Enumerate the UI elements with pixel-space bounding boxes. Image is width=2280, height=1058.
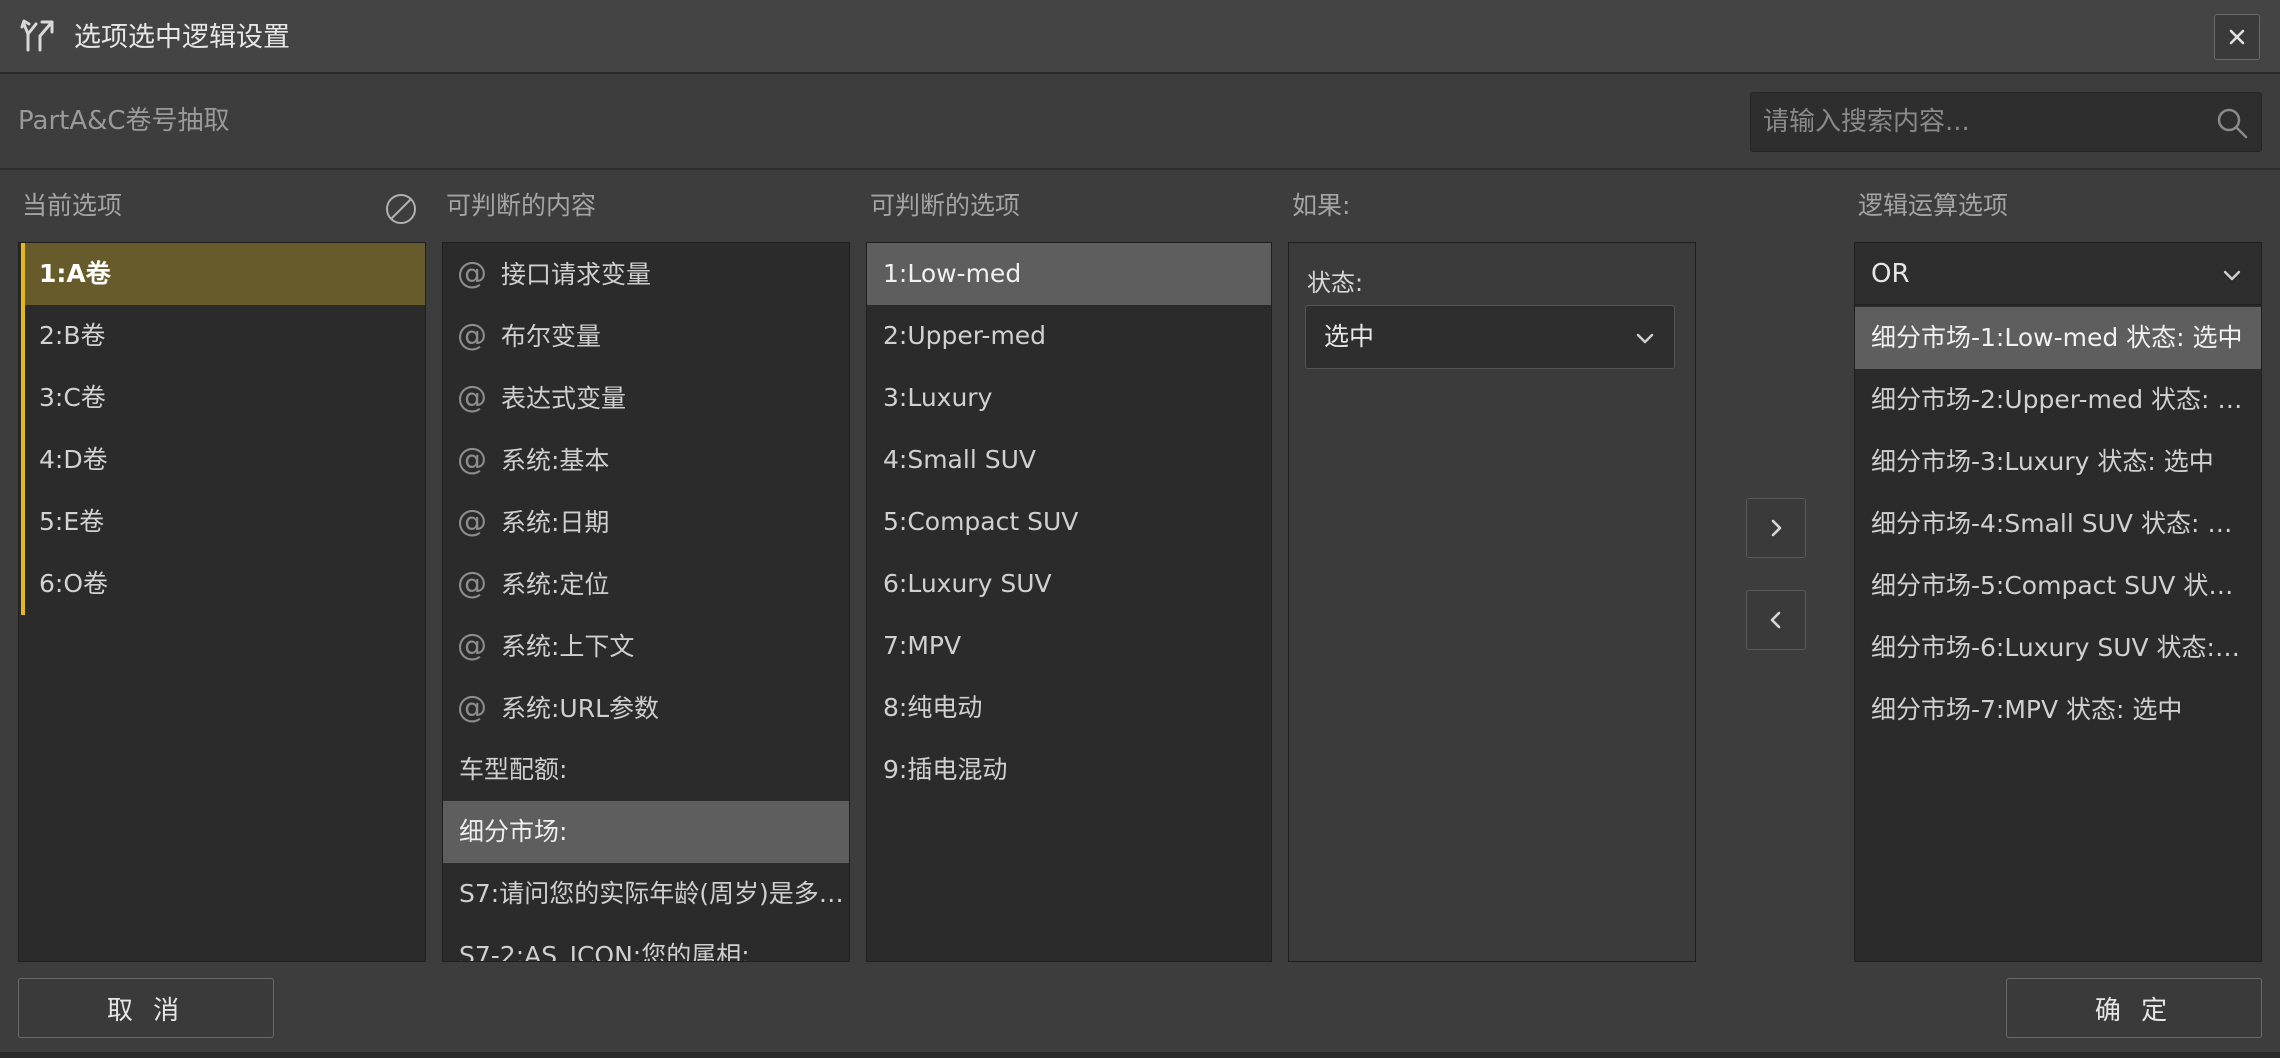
at-icon: @ xyxy=(457,380,487,415)
current-options-label: 当前选项 xyxy=(22,191,123,220)
list-item[interactable]: 8:纯电动 xyxy=(867,677,1271,739)
list-item-label: S7:请问您的实际年龄(周岁)是多少？ xyxy=(459,879,849,908)
list-item[interactable]: @ 布尔变量 xyxy=(443,305,849,367)
remove-condition-button[interactable] xyxy=(1746,590,1806,650)
question-title: PartA&C卷号抽取 xyxy=(18,106,230,136)
list-item-label: 细分市场: xyxy=(459,817,568,846)
list-item[interactable]: @ 表达式变量 xyxy=(443,367,849,429)
title-bar: 选项选中逻辑设置 xyxy=(0,0,2280,74)
if-label: 如果: xyxy=(1292,191,1351,220)
branch-logic-icon xyxy=(20,19,54,52)
list-item-label: 系统:定位 xyxy=(501,570,610,599)
list-item[interactable]: 4:Small SUV xyxy=(867,429,1271,491)
sub-header: PartA&C卷号抽取 xyxy=(0,74,2280,170)
search-icon[interactable] xyxy=(2215,106,2249,140)
bottom-edge xyxy=(0,1052,2280,1058)
list-item[interactable]: 3:C卷 xyxy=(21,367,425,429)
list-item[interactable]: 车型配额: xyxy=(443,739,849,801)
if-condition-panel: 状态: 选中 xyxy=(1288,242,1696,962)
list-item-label: 系统:上下文 xyxy=(501,632,635,661)
confirm-button[interactable]: 确 定 xyxy=(2006,978,2262,1038)
list-item[interactable]: @ 系统:URL参数 xyxy=(443,677,849,739)
cancel-button[interactable]: 取 消 xyxy=(18,978,274,1038)
list-item[interactable]: 1:A卷 xyxy=(21,243,425,305)
logic-conditions-list: 细分市场-1:Low-med 状态: 选中 细分市场-2:Upper-med 状… xyxy=(1855,307,2261,741)
list-item[interactable]: 细分市场-2:Upper-med 状态: 选中 xyxy=(1855,369,2261,431)
list-item[interactable]: 1:Low-med xyxy=(867,243,1271,305)
list-item[interactable]: @ 系统:定位 xyxy=(443,553,849,615)
chevron-right-icon xyxy=(1771,519,1782,537)
at-icon: @ xyxy=(457,318,487,353)
list-item[interactable]: @ 系统:基本 xyxy=(443,429,849,491)
list-item-label: 系统:日期 xyxy=(501,508,610,537)
list-item[interactable]: 细分市场: xyxy=(443,801,849,863)
state-select[interactable]: 选中 xyxy=(1305,305,1675,369)
list-item[interactable]: @ 接口请求变量 xyxy=(443,243,849,305)
list-item[interactable]: 3:Luxury xyxy=(867,367,1271,429)
list-item[interactable]: S7:请问您的实际年龄(周岁)是多少？ xyxy=(443,863,849,925)
logic-options-panel: OR 细分市场-1:Low-med 状态: 选中 细分市场-2:Upper-me… xyxy=(1854,242,2262,962)
logic-operator-value: OR xyxy=(1871,259,1910,289)
close-icon xyxy=(2229,29,2245,45)
at-icon: @ xyxy=(457,566,487,601)
list-item[interactable]: @ 系统:上下文 xyxy=(443,615,849,677)
list-item[interactable]: 6:O卷 xyxy=(21,553,425,615)
list-item[interactable]: S7-2:AS_ICON:您的属相: xyxy=(443,925,849,962)
list-item[interactable]: 9:插电混动 xyxy=(867,739,1271,801)
list-item[interactable]: 2:B卷 xyxy=(21,305,425,367)
list-item-label: 布尔变量 xyxy=(501,322,602,351)
current-options-list: 1:A卷 2:B卷 3:C卷 4:D卷 5:E卷 6:O卷 xyxy=(18,242,426,962)
at-icon: @ xyxy=(457,256,487,291)
list-item[interactable]: 细分市场-7:MPV 状态: 选中 xyxy=(1855,679,2261,741)
list-item[interactable]: 6:Luxury SUV xyxy=(867,553,1271,615)
list-item-label: 系统:URL参数 xyxy=(501,694,660,723)
state-label: 状态: xyxy=(1307,269,1364,297)
list-item-label: 接口请求变量 xyxy=(501,260,652,289)
judgeable-content-list: @ 接口请求变量 @ 布尔变量 @ 表达式变量 @ 系统:基本 @ 系统:日期 @ 系统:定… xyxy=(442,242,850,962)
list-item[interactable]: 2:Upper-med xyxy=(867,305,1271,367)
list-item[interactable]: 5:Compact SUV xyxy=(867,491,1271,553)
list-item[interactable]: 细分市场-3:Luxury 状态: 选中 xyxy=(1855,431,2261,493)
add-condition-button[interactable] xyxy=(1746,498,1806,558)
logic-options-label: 逻辑运算选项 xyxy=(1858,191,2009,220)
search-box[interactable] xyxy=(1750,92,2262,152)
state-select-value: 选中 xyxy=(1324,322,1375,351)
list-item[interactable]: 5:E卷 xyxy=(21,491,425,553)
search-input[interactable] xyxy=(1751,93,2201,151)
judgeable-content-label: 可判断的内容 xyxy=(446,191,597,220)
chevron-down-icon xyxy=(1636,333,1654,344)
list-item-label: 表达式变量 xyxy=(501,384,627,413)
at-icon: @ xyxy=(457,442,487,477)
list-item[interactable]: 4:D卷 xyxy=(21,429,425,491)
list-item-label: S7-2:AS_ICON:您的属相: xyxy=(459,941,750,962)
logic-operator-select[interactable]: OR xyxy=(1855,243,2261,305)
list-item[interactable]: 细分市场-6:Luxury SUV 状态: 选中 xyxy=(1855,617,2261,679)
list-item[interactable]: 7:MPV xyxy=(867,615,1271,677)
list-item[interactable]: 细分市场-4:Small SUV 状态: 选中 xyxy=(1855,493,2261,555)
list-item[interactable]: 细分市场-5:Compact SUV 状态: 选中 xyxy=(1855,555,2261,617)
clear-selection-icon[interactable] xyxy=(384,192,418,226)
at-icon: @ xyxy=(457,504,487,539)
at-icon: @ xyxy=(457,628,487,663)
close-button[interactable] xyxy=(2214,14,2260,60)
list-item[interactable]: @ 系统:日期 xyxy=(443,491,849,553)
list-item[interactable]: 细分市场-1:Low-med 状态: 选中 xyxy=(1855,307,2261,369)
list-item-label: 系统:基本 xyxy=(501,446,610,475)
chevron-down-icon xyxy=(2223,270,2241,281)
at-icon: @ xyxy=(457,690,487,725)
chevron-left-icon xyxy=(1770,611,1781,629)
list-item-label: 车型配额: xyxy=(459,755,568,784)
judgeable-options-list: 1:Low-med 2:Upper-med 3:Luxury 4:Small S… xyxy=(866,242,1272,962)
judgeable-options-label: 可判断的选项 xyxy=(870,191,1021,220)
dialog-title: 选项选中逻辑设置 xyxy=(74,22,290,53)
